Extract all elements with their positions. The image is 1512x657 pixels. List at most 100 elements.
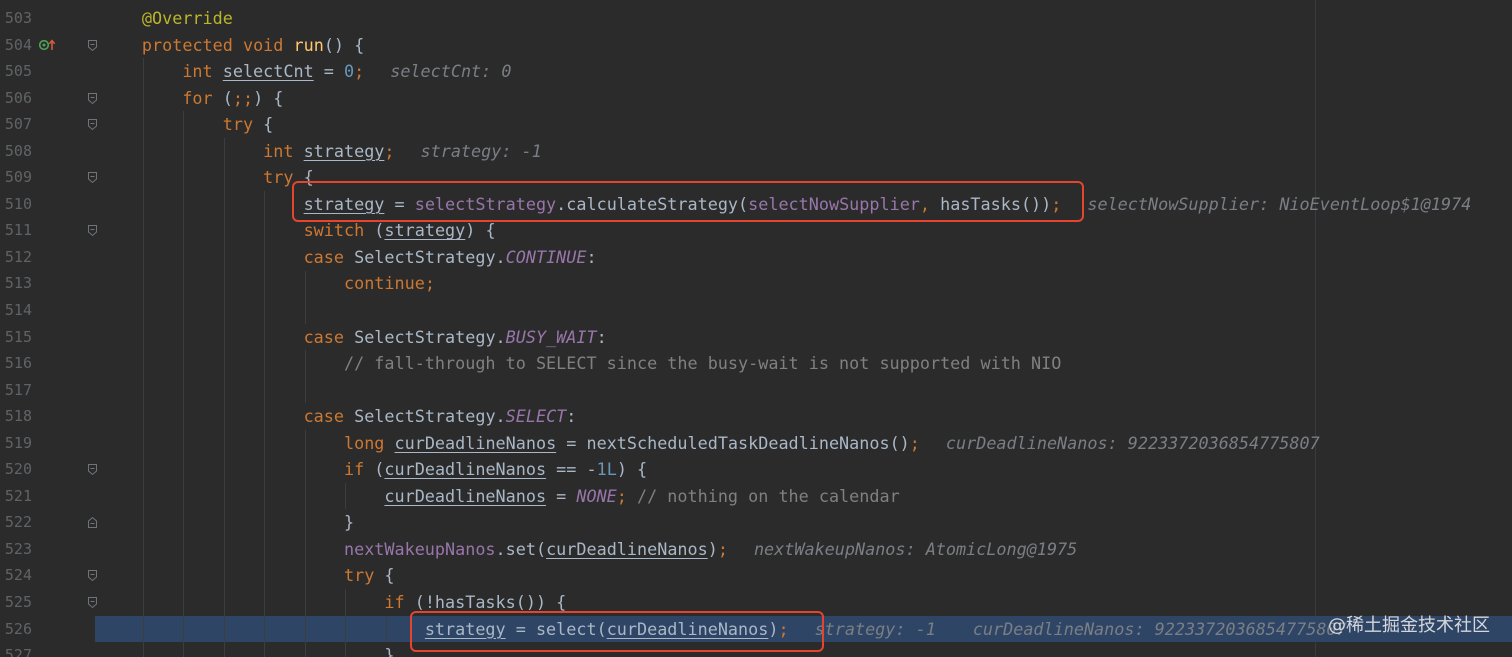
code-text[interactable]: int selectCnt = 0; selectCnt: 0 (102, 58, 511, 85)
line-number[interactable]: 525 (0, 589, 32, 616)
code-token[interactable] (233, 35, 243, 55)
line-number[interactable]: 510 (0, 191, 32, 218)
code-token[interactable]: @Override (142, 8, 233, 28)
code-token[interactable]: case (304, 247, 344, 267)
code-text[interactable]: case SelectStrategy.CONTINUE: (102, 244, 597, 271)
code-line-515[interactable]: 515 case SelectStrategy.BUSY_WAIT: (0, 324, 1512, 351)
code-text[interactable]: nextWakeupNanos.set(curDeadlineNanos); ne… (102, 536, 1077, 563)
code-token[interactable]: SelectStrategy. (344, 406, 506, 426)
code-token[interactable]: ( (364, 459, 384, 479)
code-token[interactable]: ( (364, 220, 384, 240)
line-number[interactable]: 513 (0, 270, 32, 297)
code-token[interactable]: run (294, 35, 324, 55)
fold-start-icon[interactable] (87, 39, 98, 52)
code-token[interactable]: : (566, 406, 576, 426)
code-token[interactable]: int (182, 61, 212, 81)
code-line-508[interactable]: 508 int strategy; strategy: -1 (0, 138, 1512, 165)
code-token[interactable]: case (304, 406, 344, 426)
code-token[interactable]: : (597, 327, 607, 347)
code-token[interactable]: SelectStrategy. (344, 247, 506, 267)
code-token[interactable]: 1L (597, 459, 617, 479)
line-number[interactable]: 517 (0, 377, 32, 404)
code-token[interactable]: .set( (496, 539, 547, 559)
code-token[interactable]: BUSY_WAIT (506, 327, 597, 347)
code-lines[interactable]: 503 @Override 504 protected void run() {5… (0, 5, 1512, 657)
code-token[interactable]: 0 (344, 61, 354, 81)
code-text[interactable]: for (;;) { (102, 85, 283, 112)
line-number[interactable]: 518 (0, 403, 32, 430)
code-text[interactable]: @Override (102, 5, 233, 32)
code-token[interactable]: ) { (617, 459, 647, 479)
code-token[interactable]: long (344, 433, 384, 453)
fold-start-icon[interactable] (87, 596, 98, 609)
code-token[interactable]: ) { (465, 220, 495, 240)
code-token[interactable] (384, 433, 394, 453)
code-token[interactable]: void (243, 35, 283, 55)
code-text[interactable]: try { (102, 164, 314, 191)
code-token[interactable]: int (263, 141, 293, 161)
code-token[interactable]: try (223, 114, 253, 134)
code-text[interactable]: int strategy; strategy: -1 (102, 138, 542, 165)
line-number[interactable]: 509 (0, 164, 32, 191)
line-number[interactable]: 508 (0, 138, 32, 165)
code-line-506[interactable]: 506 for (;;) { (0, 85, 1512, 112)
override-icon[interactable] (38, 38, 58, 52)
code-token[interactable]: { (374, 565, 394, 585)
code-token[interactable]: strategy (304, 141, 385, 161)
code-token[interactable]: ;; (233, 88, 253, 108)
code-token[interactable]: // fall-through to SELECT since the busy… (344, 353, 1061, 373)
code-token[interactable] (293, 141, 303, 161)
line-number[interactable]: 524 (0, 562, 32, 589)
code-token[interactable]: == - (546, 459, 596, 479)
line-number[interactable]: 503 (0, 5, 32, 32)
line-number[interactable]: 527 (0, 642, 32, 657)
code-token[interactable]: SELECT (506, 406, 567, 426)
code-token[interactable]: switch (304, 220, 365, 240)
code-token[interactable]: ) (708, 539, 718, 559)
code-token[interactable]: protected (142, 35, 233, 55)
code-token[interactable]: curDeadlineNanos (395, 433, 557, 453)
code-token[interactable]: strategy (384, 220, 465, 240)
code-line-514[interactable]: 514 (0, 297, 1512, 324)
code-token[interactable]: (!hasTasks()) { (405, 592, 567, 612)
code-token[interactable]: ; (354, 61, 364, 81)
code-line-523[interactable]: 523 nextWakeupNanos.set(curDeadlineNanos… (0, 536, 1512, 563)
line-number[interactable]: 523 (0, 536, 32, 563)
code-token[interactable]: = (546, 486, 576, 506)
code-token[interactable]: ; (384, 141, 394, 161)
code-token[interactable]: nextWakeupNanos (344, 539, 496, 559)
code-token[interactable]: = (314, 61, 344, 81)
code-token[interactable] (213, 61, 223, 81)
code-token[interactable]: case (304, 327, 344, 347)
code-text[interactable]: protected void run() { (102, 32, 364, 59)
code-line-503[interactable]: 503 @Override (0, 5, 1512, 32)
fold-start-icon[interactable] (87, 569, 98, 582)
code-token[interactable]: ; (910, 433, 920, 453)
line-number[interactable]: 505 (0, 58, 32, 85)
code-text[interactable]: // fall-through to SELECT since the busy… (102, 350, 1061, 377)
code-line-522[interactable]: 522 } (0, 509, 1512, 536)
code-token[interactable]: CONTINUE (506, 247, 587, 267)
code-line-519[interactable]: 519 long curDeadlineNanos = nextSchedule… (0, 430, 1512, 457)
code-text[interactable]: curDeadlineNanos = NONE; // nothing on t… (102, 483, 899, 510)
code-token[interactable]: continue (344, 273, 425, 293)
code-token[interactable]: curDeadlineNanos (384, 459, 546, 479)
code-text[interactable]: continue; (102, 270, 435, 297)
code-token[interactable]: NONE (576, 486, 616, 506)
code-line-517[interactable]: 517 (0, 377, 1512, 404)
code-token[interactable]: selectCnt (223, 61, 314, 81)
code-token[interactable]: { (253, 114, 273, 134)
code-token[interactable]: if (384, 592, 404, 612)
code-line-524[interactable]: 524 try { (0, 562, 1512, 589)
line-number[interactable]: 507 (0, 111, 32, 138)
line-number[interactable]: 521 (0, 483, 32, 510)
line-number[interactable]: 522 (0, 509, 32, 536)
code-token[interactable]: for (182, 88, 212, 108)
fold-start-icon[interactable] (87, 171, 98, 184)
code-line-504[interactable]: 504 protected void run() { (0, 32, 1512, 59)
code-token[interactable]: try (263, 167, 293, 187)
line-number[interactable]: 516 (0, 350, 32, 377)
code-token[interactable]: try (344, 565, 374, 585)
code-text[interactable]: try { (102, 562, 395, 589)
code-line-520[interactable]: 520 if (curDeadlineNanos == -1L) { (0, 456, 1512, 483)
